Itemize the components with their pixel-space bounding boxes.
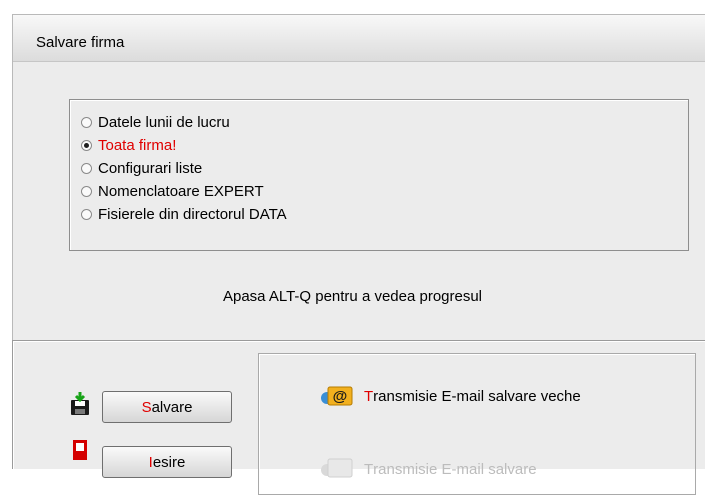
radio-button[interactable] (81, 116, 92, 128)
option-expert-nomenclatures[interactable]: Nomenclatoare EXPERT (81, 181, 264, 201)
option-current-month-data[interactable]: Datele lunii de lucru (81, 112, 230, 132)
email-at-icon: @ (321, 386, 353, 406)
window-title: Salvare firma (36, 34, 125, 51)
radio-button[interactable] (81, 162, 92, 174)
option-list-configurations[interactable]: Configurari liste (81, 158, 202, 178)
option-label: Datele lunii de lucru (98, 113, 230, 131)
email-at-icon-disabled (321, 458, 353, 478)
svg-text:@: @ (333, 388, 348, 405)
radio-button[interactable] (81, 185, 92, 197)
option-label: Fisierele din directorul DATA (98, 205, 287, 223)
save-options-group: Datele lunii de lucru Toata firma! Confi… (69, 99, 689, 251)
option-label: Toata firma! (98, 136, 177, 154)
exit-door-icon (73, 440, 87, 460)
exit-button[interactable]: Iesire (102, 446, 232, 478)
email-save-link[interactable]: Transmisie E-mail salvare (364, 461, 537, 478)
actions-panel: Salvare Iesire @ Transmisie E-mail salva… (12, 340, 705, 495)
option-label: Configurari liste (98, 159, 203, 177)
email-old-save-link[interactable]: Transmisie E-mail salvare veche (364, 388, 581, 405)
radio-button-selected[interactable] (81, 139, 92, 151)
title-bar: Salvare firma (13, 15, 705, 62)
save-button[interactable]: Salvare (102, 391, 232, 423)
floppy-download-icon (71, 392, 89, 415)
option-data-directory-files[interactable]: Fisierele din directorul DATA (81, 204, 287, 224)
option-label: Nomenclatoare EXPERT (98, 182, 264, 200)
radio-button[interactable] (81, 208, 92, 220)
progress-hint: Apasa ALT-Q pentru a vedea progresul (222, 288, 483, 305)
option-entire-company[interactable]: Toata firma! (81, 135, 176, 155)
